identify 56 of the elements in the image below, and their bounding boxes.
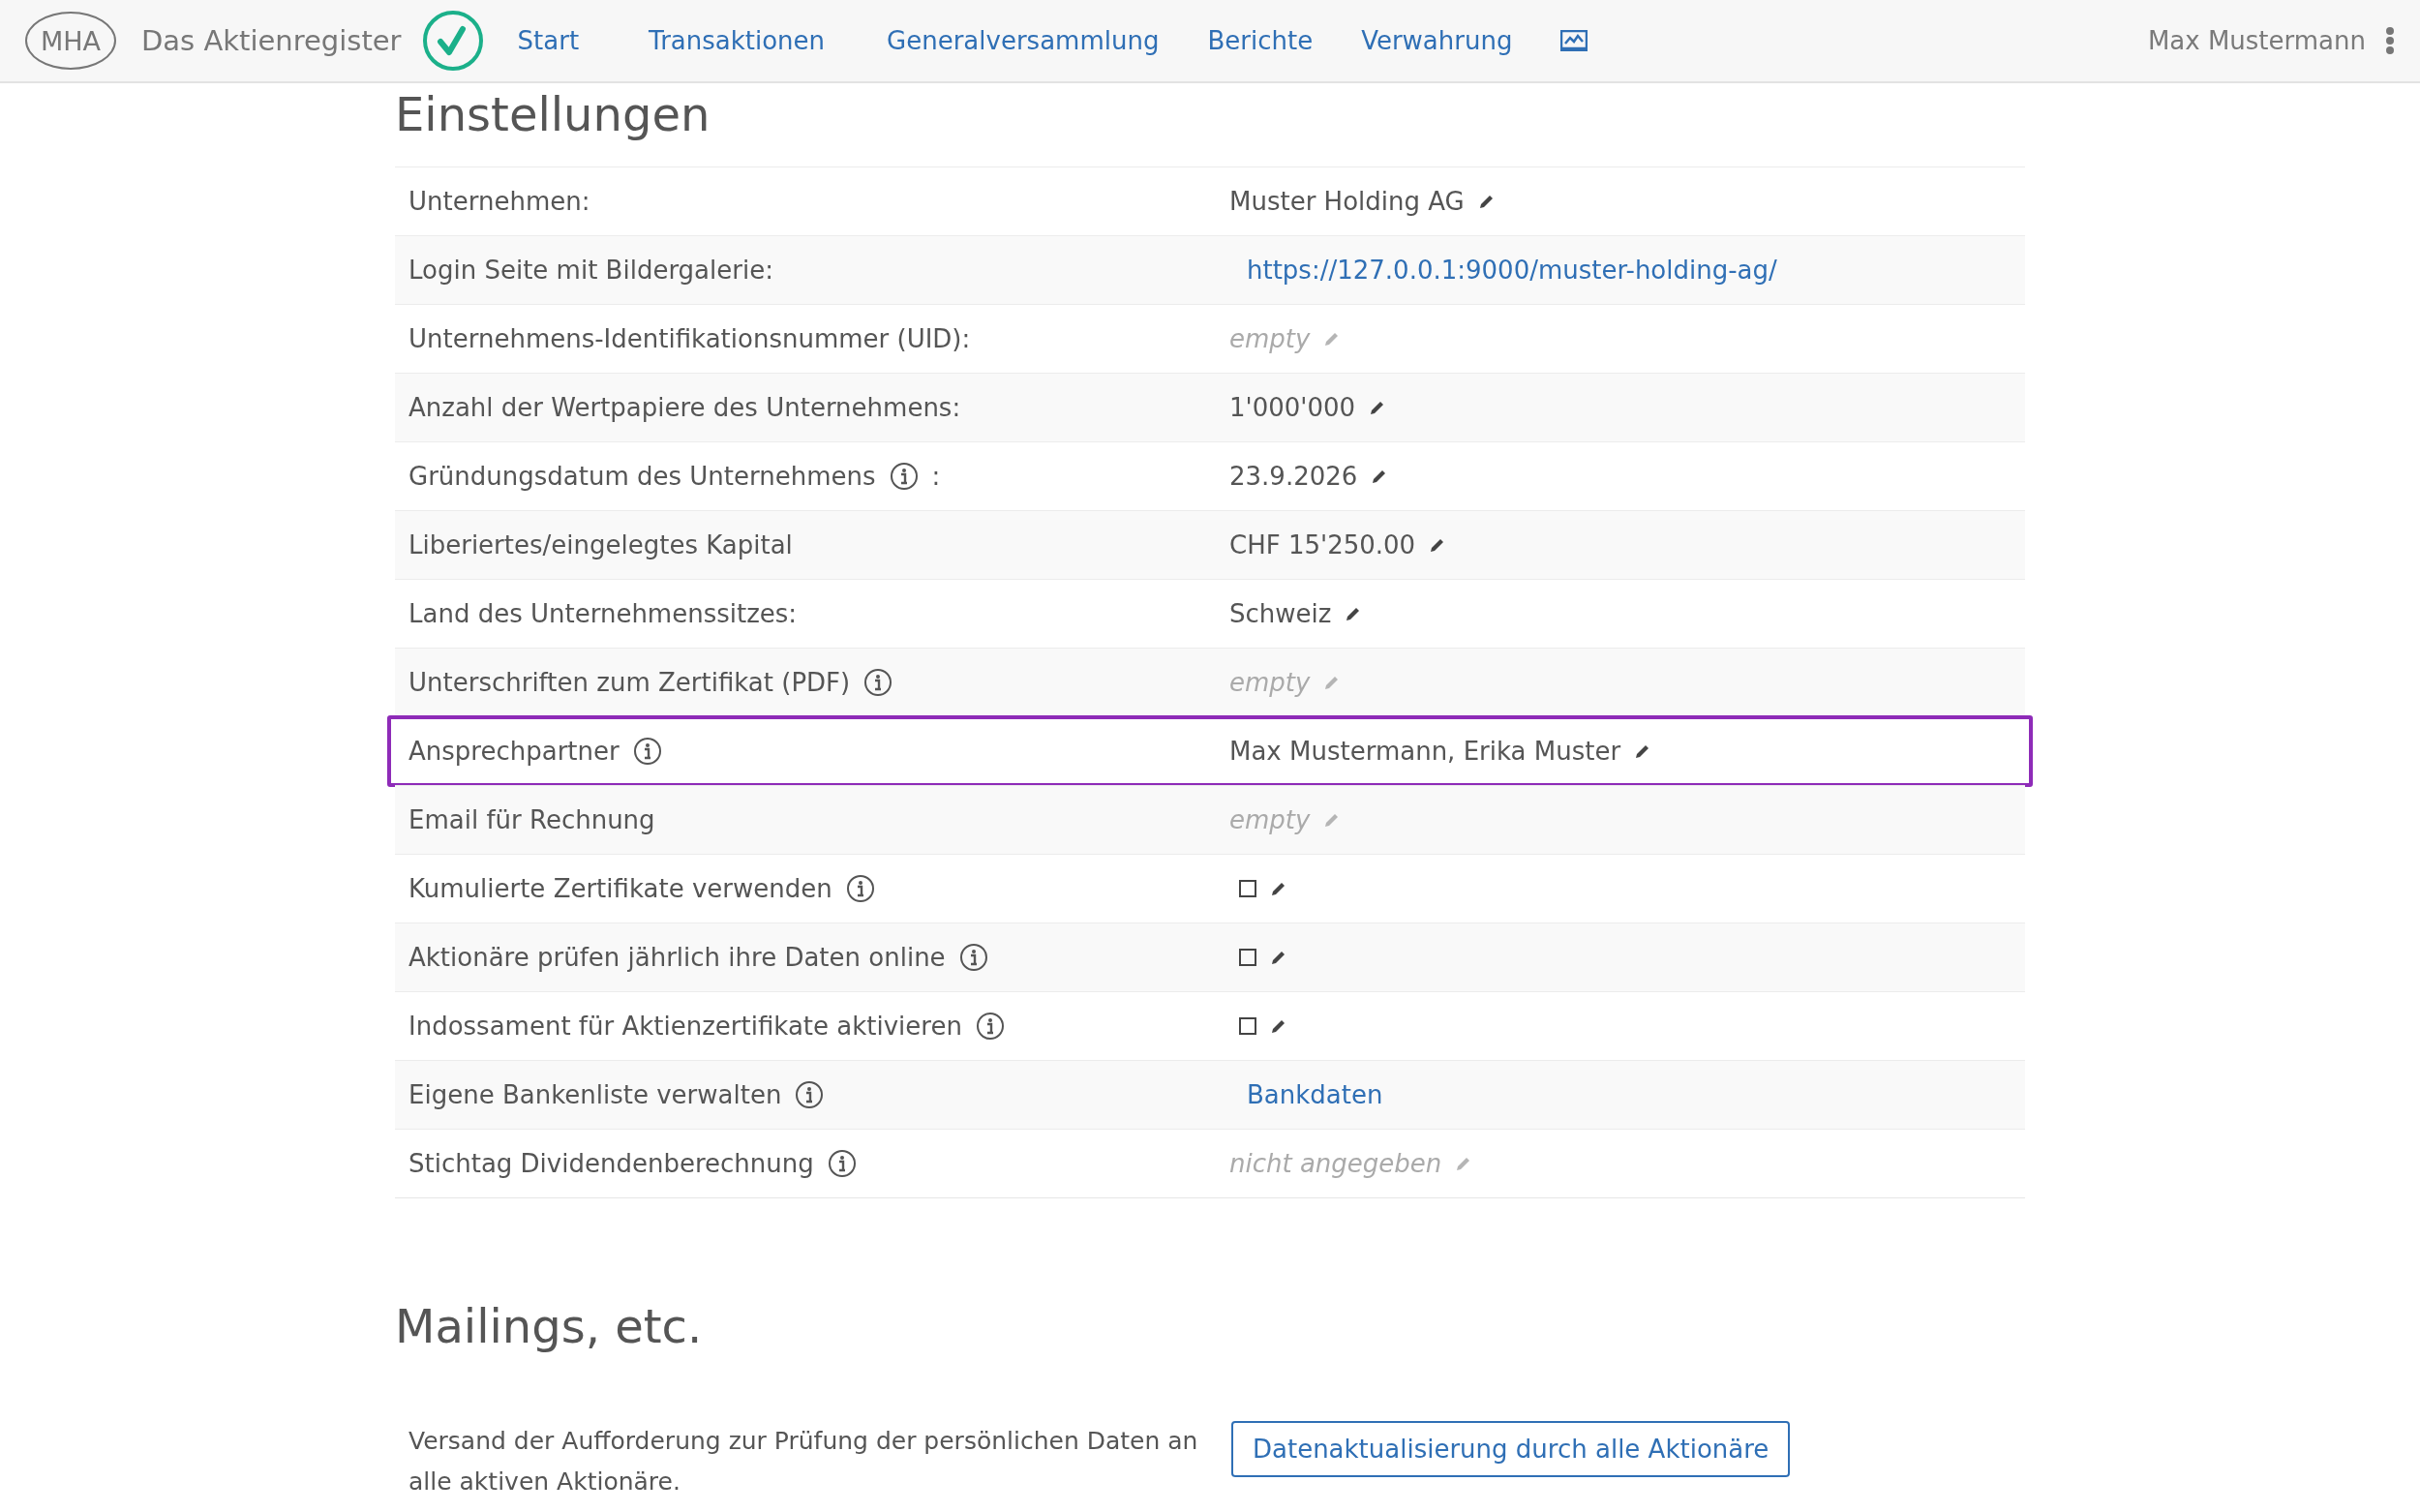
nav-link[interactable]: Berichte xyxy=(1207,26,1314,55)
empty-value: empty xyxy=(1229,324,1311,353)
pencil-icon[interactable] xyxy=(1270,949,1287,966)
field-label: Anzahl der Wertpapiere des Unternehmens: xyxy=(408,393,961,422)
empty-value: nicht angegeben xyxy=(1229,1149,1442,1178)
check-icon xyxy=(420,9,485,73)
field-value: Schweiz xyxy=(1229,599,1332,628)
field-value: Max Mustermann, Erika Muster xyxy=(1229,737,1621,766)
nav-link[interactable]: Generalversammlung xyxy=(887,26,1160,55)
checkbox[interactable] xyxy=(1239,880,1256,897)
field-value: CHF 15'250.00 xyxy=(1229,530,1416,559)
info-icon[interactable] xyxy=(975,1012,1005,1041)
field-label: Liberiertes/eingelegtes Kapital xyxy=(408,530,793,559)
field-label: Email für Rechnung xyxy=(408,805,655,834)
nav-link[interactable]: Start xyxy=(517,26,580,55)
pencil-icon[interactable] xyxy=(1270,880,1287,897)
field-label: Land des Unternehmenssitzes: xyxy=(408,599,798,628)
field-label: Unternehmens-Identifikationsnummer (UID): xyxy=(408,324,971,353)
value-link[interactable]: https://127.0.0.1:9000/muster-holding-ag/ xyxy=(1247,256,1777,285)
label-colon: : xyxy=(931,462,941,491)
checkbox[interactable] xyxy=(1239,949,1256,966)
info-icon[interactable] xyxy=(827,1149,857,1178)
pencil-icon[interactable] xyxy=(1270,1017,1287,1035)
user-name[interactable]: Max Mustermann xyxy=(2147,26,2366,55)
info-icon[interactable] xyxy=(632,737,662,766)
field-value: Muster Holding AG xyxy=(1229,187,1465,216)
field-label: Kumulierte Zertifikate verwenden xyxy=(408,874,832,903)
brand-name: Das Aktienregister xyxy=(141,24,402,57)
info-icon[interactable] xyxy=(795,1080,825,1109)
chart-icon[interactable] xyxy=(1560,30,1588,51)
logo[interactable]: MHA xyxy=(25,12,116,70)
nav-link[interactable]: Verwahrung xyxy=(1361,26,1513,55)
field-value: 23.9.2026 xyxy=(1229,462,1358,491)
field-value: 1'000'000 xyxy=(1229,393,1356,422)
info-icon[interactable] xyxy=(889,462,919,491)
info-icon[interactable] xyxy=(863,668,893,697)
field-label: Login Seite mit Bildergalerie: xyxy=(408,256,773,285)
nav-link[interactable]: Transaktionen xyxy=(649,26,826,55)
empty-value: empty xyxy=(1229,668,1311,697)
more-icon[interactable] xyxy=(2385,26,2395,55)
description-text: Versand der Aufforderung zur Prüfung der persönlichen Daten an alle aktiven Aktionäre. xyxy=(408,1426,1199,1497)
field-label: Stichtag Dividendenberechnung xyxy=(408,1149,814,1178)
field-label: Unterschriften zum Zertifikat (PDF) xyxy=(408,668,851,697)
value-link[interactable]: Bankdaten xyxy=(1247,1080,1383,1109)
field-label: Gründungsdatum des Unternehmens xyxy=(408,462,876,491)
field-label: Eigene Bankenliste verwalten xyxy=(408,1080,782,1109)
info-icon[interactable] xyxy=(958,943,988,972)
checkbox[interactable] xyxy=(1239,1017,1256,1035)
pencil-icon[interactable] xyxy=(1477,193,1496,210)
field-label: Indossament für Aktienzertifikate aktivieren xyxy=(408,1012,962,1041)
field-label: Ansprechpartner xyxy=(408,737,620,766)
field-label: Aktionäre prüfen jährlich ihre Daten online xyxy=(408,943,946,972)
empty-value: empty xyxy=(1229,805,1311,834)
field-label: Unternehmen: xyxy=(408,187,590,216)
info-icon[interactable] xyxy=(845,874,875,903)
update-button[interactable]: Datenaktualisierung durch alle Aktionäre xyxy=(1231,1421,1791,1477)
